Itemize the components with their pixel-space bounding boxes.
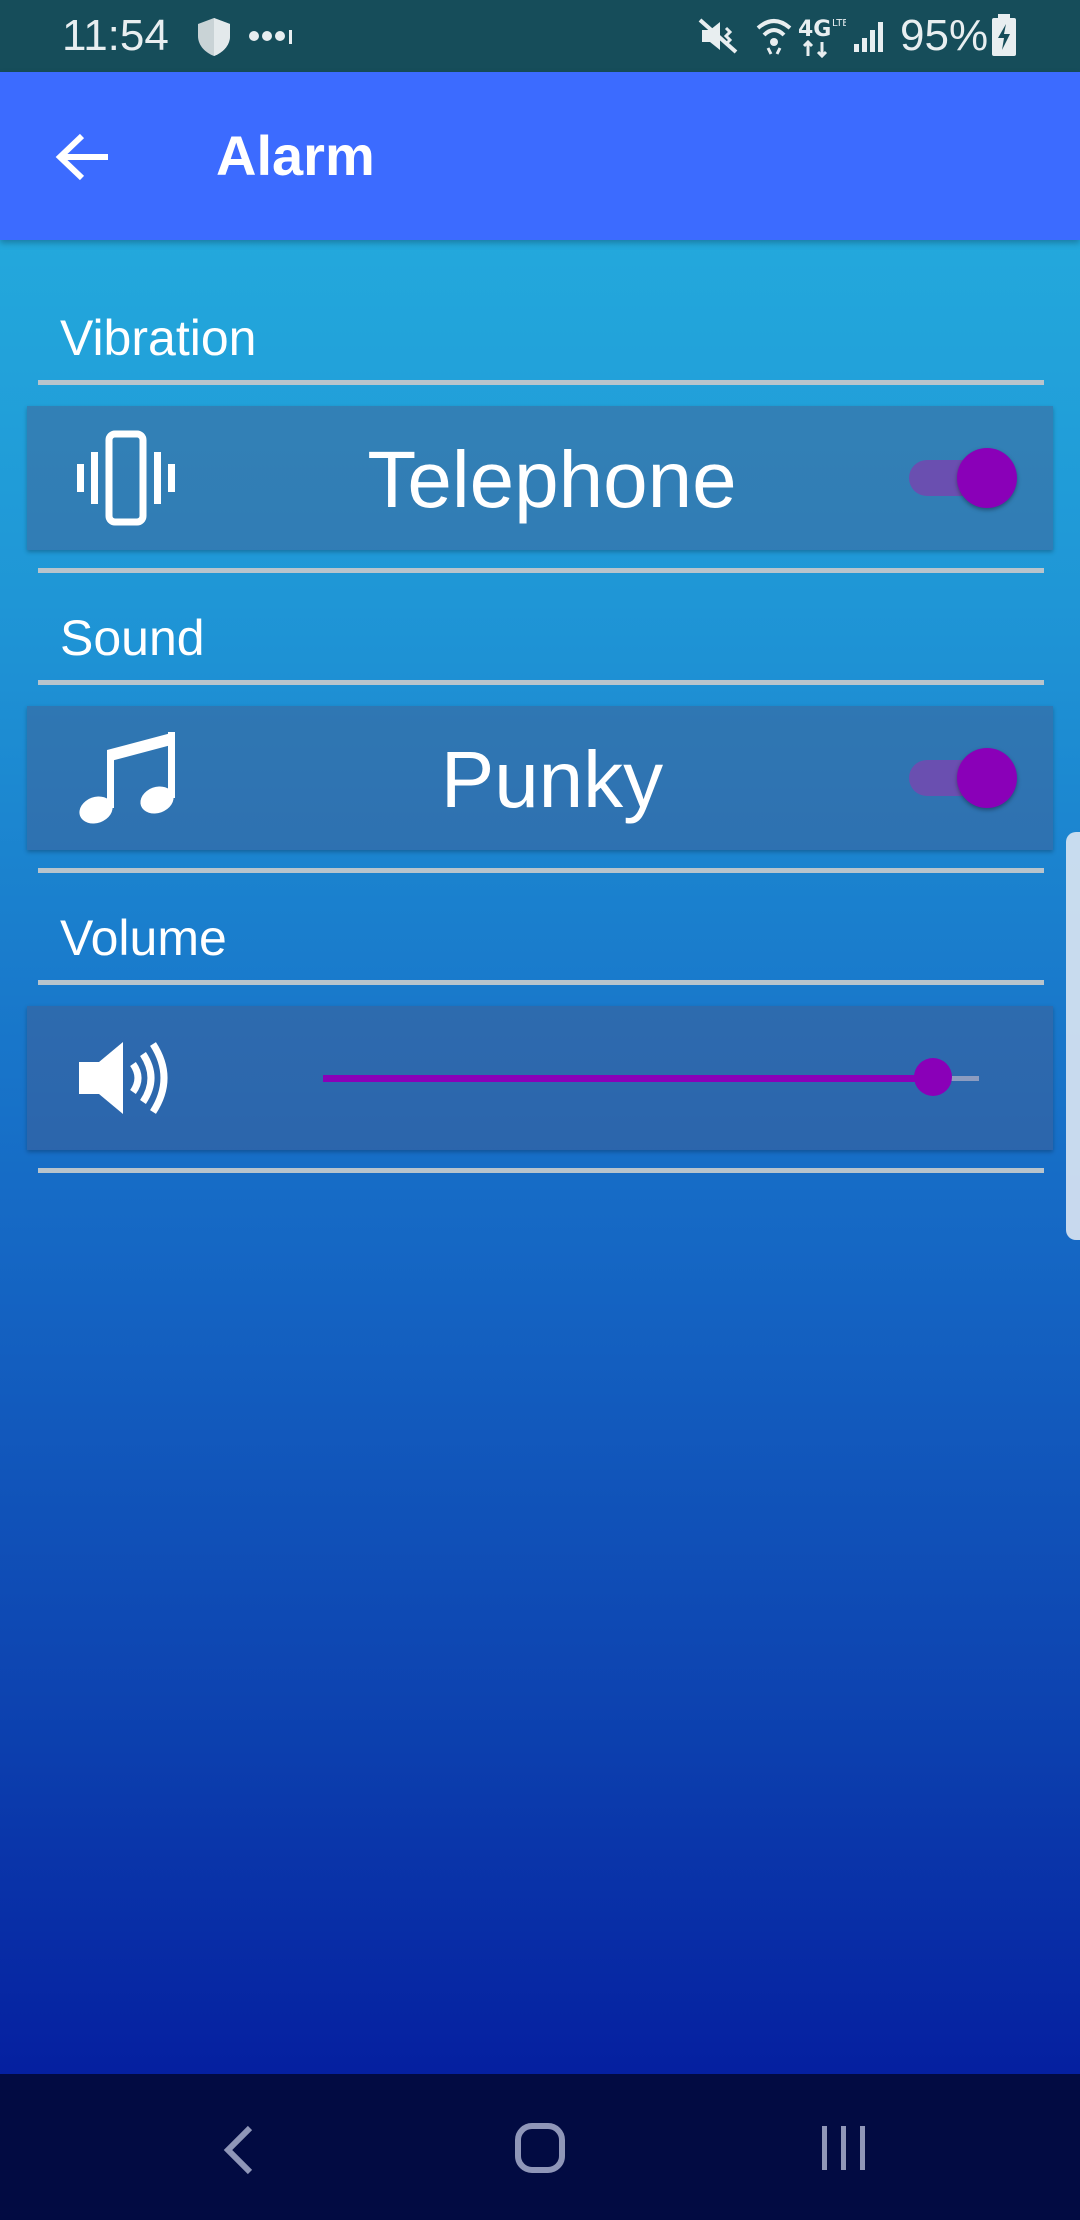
divider: [38, 980, 1044, 985]
back-button[interactable]: [40, 112, 130, 202]
sound-toggle[interactable]: [897, 746, 1027, 810]
4g-lte-icon: 4G LTE: [798, 17, 846, 58]
nav-back-icon: [223, 2125, 253, 2175]
vibration-toggle[interactable]: [897, 446, 1027, 510]
navigation-bar: [0, 2074, 1080, 2220]
vibration-section-label: Vibration: [60, 310, 257, 366]
nav-home-button[interactable]: [480, 2104, 600, 2194]
more-dots-icon: [249, 30, 292, 44]
alarm-settings-screen: 11:54 4G LTE 95% Alarm Vibration Telepho…: [0, 0, 1080, 2220]
vibration-setting-row[interactable]: Telephone: [27, 406, 1053, 550]
page-title: Alarm: [216, 124, 375, 187]
edge-panel-handle[interactable]: [1066, 832, 1080, 1240]
app-bar: Alarm: [0, 72, 1080, 240]
battery-charging-icon: [992, 14, 1016, 56]
sound-setting-row[interactable]: Punky: [27, 706, 1053, 850]
volume-setting-row: [27, 1006, 1053, 1150]
svg-text:LTE: LTE: [832, 18, 846, 29]
shield-icon: [198, 18, 230, 56]
slider-thumb[interactable]: [914, 1058, 953, 1096]
svg-text:4G: 4G: [798, 17, 831, 42]
divider: [38, 868, 1044, 873]
sound-section-label: Sound: [60, 610, 205, 666]
arrow-back-icon: [55, 133, 108, 181]
status-time: 11:54: [62, 11, 169, 60]
vibration-pattern-label[interactable]: Telephone: [217, 436, 887, 524]
divider: [38, 1168, 1044, 1173]
wifi-icon: [756, 19, 792, 55]
divider: [38, 568, 1044, 573]
toggle-thumb: [957, 748, 1017, 808]
nav-recents-button[interactable]: [784, 2104, 904, 2194]
toggle-thumb: [957, 448, 1017, 508]
nav-recents-icon: [822, 2126, 865, 2170]
speaker-volume-icon: [79, 1042, 168, 1114]
music-note-icon: [79, 732, 175, 824]
signal-icon: [854, 22, 883, 52]
mute-vibrate-icon: [698, 18, 738, 54]
sound-name-label[interactable]: Punky: [217, 736, 887, 824]
vibrate-icon: [77, 430, 175, 526]
nav-back-button[interactable]: [180, 2104, 300, 2194]
volume-slider[interactable]: [323, 1058, 979, 1098]
nav-home-icon: [515, 2123, 565, 2173]
divider: [38, 380, 1044, 385]
battery-percent: 95%: [900, 11, 989, 60]
volume-section-label: Volume: [60, 910, 227, 966]
slider-fill: [323, 1075, 934, 1082]
status-bar: 11:54 4G LTE 95%: [0, 0, 1080, 72]
divider: [38, 680, 1044, 685]
